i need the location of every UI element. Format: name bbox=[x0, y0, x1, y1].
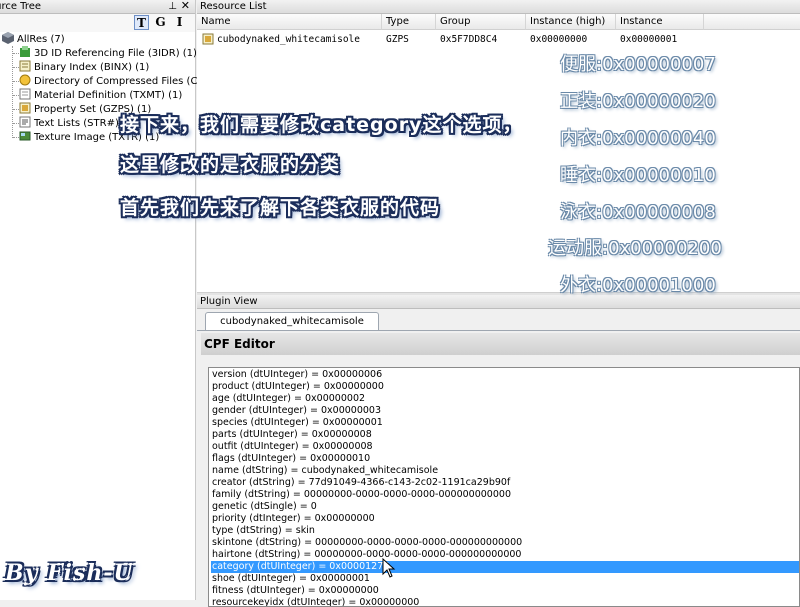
toolbar-button-group[interactable]: G bbox=[153, 15, 168, 30]
code-swimwear: 泳衣:0x00000008 bbox=[560, 202, 716, 223]
clst-icon bbox=[19, 74, 31, 86]
cell-type: GZPS bbox=[386, 34, 409, 45]
cpf-item[interactable]: priority (dtInteger) = 0x00000000 bbox=[211, 513, 799, 525]
code-athletic: 运动服:0x00000200 bbox=[548, 238, 722, 259]
plugin-view-pane: cubodynaked_whitecamisole CPF Editor ver… bbox=[197, 309, 800, 607]
cell-instance: 0x00000001 bbox=[620, 34, 678, 45]
tab-cubodynaked-whitecamisole[interactable]: cubodynaked_whitecamisole bbox=[205, 312, 379, 331]
tree-item-label: 3D ID Referencing File (3IDR) (1) bbox=[34, 48, 197, 59]
tree-item-binx[interactable]: Binary Index (BINX) (1) bbox=[19, 60, 149, 74]
code-outerwear: 外衣:0x00001000 bbox=[560, 275, 716, 296]
cpf-item[interactable]: product (dtUInteger) = 0x00000000 bbox=[211, 381, 799, 393]
cpf-item[interactable]: outfit (dtUInteger) = 0x00000008 bbox=[211, 441, 799, 453]
cpf-item[interactable]: name (dtString) = cubodynaked_whitecamis… bbox=[211, 465, 799, 477]
cpf-item[interactable]: shoe (dtUInteger) = 0x00000001 bbox=[211, 573, 799, 585]
package-icon bbox=[2, 32, 14, 44]
tab-strip-line bbox=[197, 330, 800, 331]
resource-tree-title: ource Tree bbox=[0, 1, 42, 12]
cpf-item[interactable]: skintone (dtString) = 00000000-0000-0000… bbox=[211, 537, 799, 549]
annotation-line-1: 接下来，我们需要修改category这个选项， bbox=[120, 114, 523, 136]
pin-icon[interactable]: ⊥ bbox=[168, 0, 177, 13]
annotation-line-3: 首先我们先来了解下各类衣服的代码 bbox=[120, 197, 441, 219]
binx-icon bbox=[19, 60, 31, 72]
gzps-icon bbox=[19, 102, 31, 114]
tree-item-label: Material Definition (TXMT) (1) bbox=[34, 90, 183, 101]
toolbar-button-type[interactable]: T bbox=[134, 15, 149, 30]
code-underwear: 内衣:0x00000040 bbox=[560, 128, 716, 149]
column-header-instance[interactable]: Instance bbox=[616, 14, 704, 30]
cpf-item[interactable]: genetic (dtSingle) = 0 bbox=[211, 501, 799, 513]
cpf-item[interactable]: age (dtUInteger) = 0x00000002 bbox=[211, 393, 799, 405]
column-header-type[interactable]: Type bbox=[382, 14, 436, 30]
author-signature: By Fish-U bbox=[5, 560, 134, 586]
tree-item-label: Binary Index (BINX) (1) bbox=[34, 62, 150, 73]
cpf-item[interactable]: fitness (dtUInteger) = 0x00000000 bbox=[211, 585, 799, 597]
code-sleepwear: 睡衣:0x00000010 bbox=[560, 165, 716, 186]
tree-item-3idr[interactable]: 3D ID Referencing File (3IDR) (1) bbox=[19, 46, 197, 60]
resource-tree-pane: ource Tree ⊥ ✕ T G I AllRes (7) 3D ID Re… bbox=[0, 0, 237, 600]
tree-item-txmt[interactable]: Material Definition (TXMT) (1) bbox=[19, 88, 182, 102]
cpf-item-selected[interactable]: category (dtUInteger) = 0x0000127F bbox=[211, 561, 799, 573]
column-header-filler bbox=[704, 14, 800, 30]
cpf-item[interactable]: hairtone (dtString) = 00000000-0000-0000… bbox=[211, 549, 799, 561]
cpf-item[interactable]: creator (dtString) = 77d91049-4366-c143-… bbox=[211, 477, 799, 489]
column-header-instance-high[interactable]: Instance (high) bbox=[526, 14, 616, 30]
cell-name: cubodynaked_whitecamisole bbox=[217, 34, 360, 45]
txmt-icon bbox=[19, 88, 31, 100]
column-header-name[interactable]: Name bbox=[197, 14, 382, 30]
cpf-editor-header: CPF Editor bbox=[201, 333, 800, 355]
resource-tree-title-bar: ource Tree ⊥ ✕ bbox=[0, 0, 195, 14]
cpf-item[interactable]: species (dtUInteger) = 0x00000001 bbox=[211, 417, 799, 429]
str-icon bbox=[19, 116, 31, 128]
column-header-group[interactable]: Group bbox=[436, 14, 526, 30]
cpf-item[interactable]: flags (dtUInteger) = 0x00000010 bbox=[211, 453, 799, 465]
mouse-cursor-icon bbox=[382, 557, 396, 578]
tree-connector bbox=[12, 46, 13, 138]
close-icon[interactable]: ✕ bbox=[181, 0, 190, 13]
resource-list-title: Resource List bbox=[200, 1, 267, 12]
row-gzps-icon bbox=[202, 33, 214, 47]
cpf-item[interactable]: type (dtString) = skin bbox=[211, 525, 799, 537]
cell-group: 0x5F7DD8C4 bbox=[440, 34, 498, 45]
resource-list-title-bar: Resource List bbox=[197, 0, 800, 14]
cpf-item[interactable]: gender (dtUInteger) = 0x00000003 bbox=[211, 405, 799, 417]
cpf-item[interactable]: version (dtUInteger) = 0x00000006 bbox=[211, 369, 799, 381]
toolbar-button-instance[interactable]: I bbox=[172, 15, 187, 30]
tree-toolbar: T G I bbox=[0, 14, 195, 32]
plugin-view-title-bar: Plugin View bbox=[197, 295, 800, 309]
plugin-view-title: Plugin View bbox=[200, 296, 258, 307]
code-formal: 正装:0x00000020 bbox=[560, 91, 716, 112]
txtr-icon bbox=[19, 130, 31, 142]
tree-root-allres[interactable]: AllRes (7) bbox=[2, 32, 65, 46]
tree-item-str[interactable]: Text Lists (STR#) (1) bbox=[19, 116, 136, 130]
annotation-line-2: 这里修改的是衣服的分类 bbox=[120, 154, 341, 176]
code-casual: 便服:0x00000007 bbox=[560, 54, 716, 75]
cpf-property-list[interactable]: version (dtUInteger) = 0x00000006 product… bbox=[208, 367, 800, 607]
tree-root-label: AllRes (7) bbox=[17, 34, 65, 45]
cell-instance-high: 0x00000000 bbox=[530, 34, 588, 45]
cpf-item[interactable]: parts (dtUInteger) = 0x00000008 bbox=[211, 429, 799, 441]
3idr-icon bbox=[19, 46, 31, 58]
cpf-item[interactable]: resourcekeyidx (dtUInteger) = 0x00000000 bbox=[211, 597, 799, 606]
cpf-item[interactable]: family (dtString) = 00000000-0000-0000-0… bbox=[211, 489, 799, 501]
